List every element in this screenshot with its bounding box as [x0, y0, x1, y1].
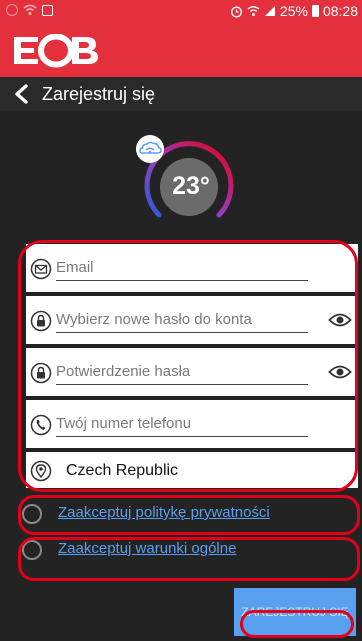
confirm-password-input[interactable]	[56, 359, 308, 385]
eye-icon[interactable]	[328, 362, 352, 382]
registration-form: Czech Republic	[26, 244, 358, 488]
phone-input[interactable]	[56, 411, 308, 437]
password-field-row	[26, 296, 358, 344]
country-field-row[interactable]: Czech Republic	[26, 452, 358, 488]
cloud-wifi-icon	[136, 135, 164, 163]
status-right-icons: 25% 08:28	[230, 3, 358, 19]
page-title: Zarejestruj się	[42, 84, 156, 104]
password-input[interactable]	[56, 307, 308, 333]
country-select[interactable]: Czech Republic	[66, 462, 178, 480]
sync-icon	[6, 4, 18, 16]
temperature-widget: 23°	[136, 135, 237, 233]
chevron-left-icon[interactable]	[12, 84, 32, 104]
confirm-password-field-row	[26, 348, 358, 396]
eye-icon[interactable]	[328, 310, 352, 330]
lock-icon	[30, 362, 52, 384]
brand-bar	[0, 24, 362, 77]
status-left-icons	[6, 4, 53, 16]
square-icon	[42, 4, 53, 16]
email-input[interactable]	[56, 255, 308, 281]
battery-icon	[311, 5, 319, 17]
eob-logo	[14, 34, 98, 68]
status-bar: 25% 08:28	[0, 0, 362, 24]
wifi-signal-icon	[247, 6, 260, 16]
battery-percent: 25%	[279, 3, 308, 19]
email-field-row	[26, 244, 358, 292]
terms-row[interactable]: Zaakceptuj warunki ogólne	[20, 538, 356, 564]
alarm-icon	[230, 5, 242, 18]
wifi-icon	[23, 4, 37, 16]
clock: 08:28	[322, 3, 358, 19]
privacy-policy-row[interactable]: Zaakceptuj politykę prywatności	[20, 502, 356, 528]
nav-bar: Zarejestruj się	[0, 77, 362, 111]
cell-signal-icon	[264, 6, 275, 16]
terms-checkbox[interactable]	[22, 540, 42, 560]
phone-icon	[30, 414, 52, 436]
terms-link[interactable]: Zaakceptuj warunki ogólne	[58, 540, 236, 557]
phone-field-row	[26, 400, 358, 448]
email-icon	[30, 258, 52, 280]
location-pin-icon	[30, 460, 52, 482]
privacy-policy-link[interactable]: Zaakceptuj politykę prywatności	[58, 504, 270, 521]
register-button[interactable]: ZAREJESTRUJ SIĘ	[234, 588, 356, 636]
privacy-checkbox[interactable]	[22, 504, 42, 524]
lock-icon	[30, 310, 52, 332]
temperature-value: 23°	[172, 172, 210, 200]
